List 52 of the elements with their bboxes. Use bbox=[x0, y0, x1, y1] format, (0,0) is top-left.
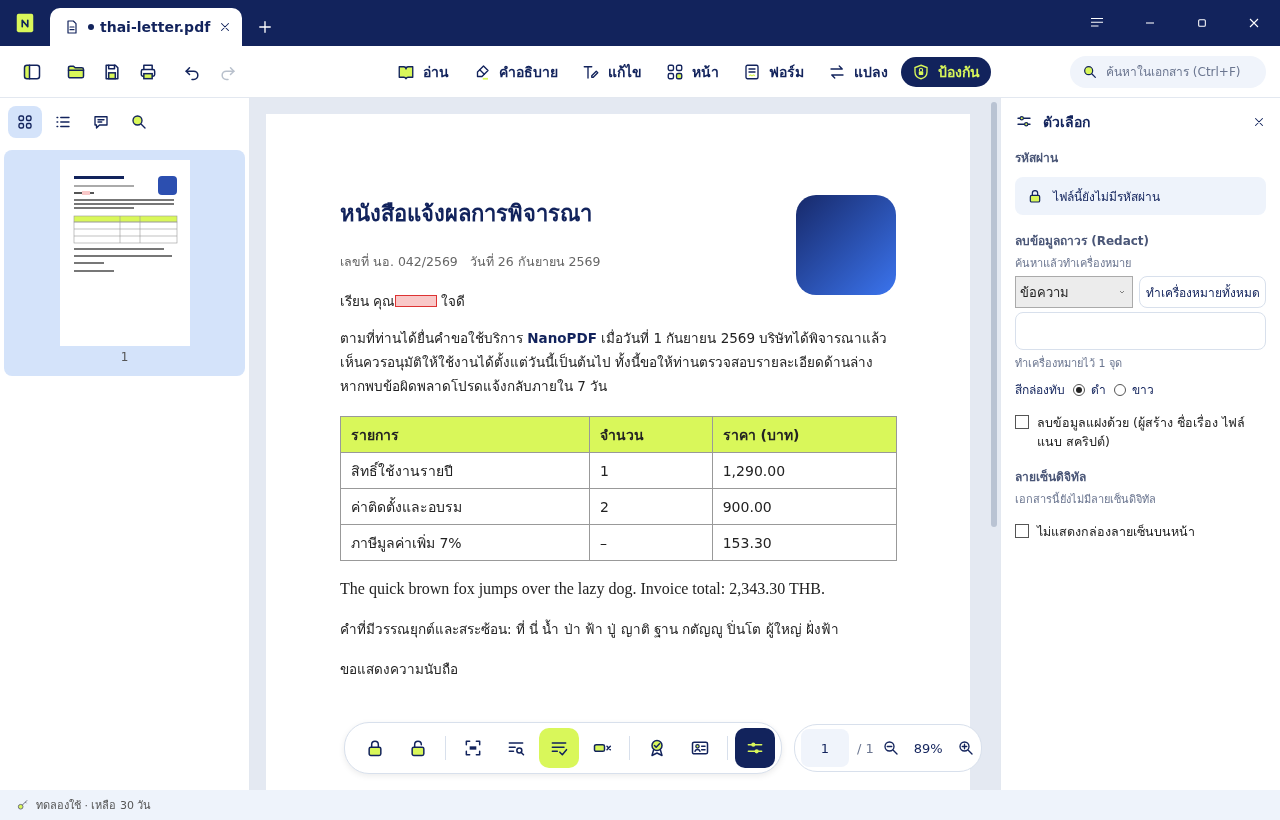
table-cell: 2 bbox=[589, 488, 713, 525]
document-paragraph: คำที่มีวรรณยุกต์และสระซ้อน: ที่ นี่ น้ำ ป่า ฟ้า ปู่ ญาติ ฐาน กตัญญู ปิ่นโต ผู้ใหญ่ ฝั่งฟ้า bbox=[340, 618, 841, 640]
checkbox-label: ไม่แสดงกล่องลายเซ็นบนหน้า bbox=[1037, 523, 1195, 541]
radio-label: ดำ bbox=[1091, 382, 1106, 399]
document-paragraph: ขอแสดงความนับถือ bbox=[340, 660, 459, 679]
mode-tab[interactable]: คำอธิบาย bbox=[462, 56, 569, 87]
table-header: รายการ bbox=[340, 416, 590, 453]
hint-text: เอกสารนี้ยังไม่มีลายเซ็นดิจิทัล bbox=[1015, 491, 1157, 508]
table-cell: – bbox=[589, 524, 713, 561]
table-cell: 1 bbox=[589, 452, 713, 489]
mode-dropdown[interactable]: ข้อความ bbox=[1015, 276, 1133, 308]
table-header: ราคา (บาท) bbox=[712, 416, 897, 453]
search-input[interactable]: ค้นหาในเอกสาร (Ctrl+F) bbox=[1106, 64, 1254, 79]
document-meta: เลขที่ นอ. 042/2569 วันที่ 26 กันยายน 2569 bbox=[340, 252, 602, 271]
table-cell: 900.00 bbox=[712, 488, 897, 525]
zoom-level: 89% bbox=[913, 740, 943, 756]
mode-tab[interactable]: ฟอร์ม bbox=[732, 56, 815, 87]
page-number: 1 bbox=[120, 350, 129, 364]
mode-tab[interactable]: หน้า bbox=[655, 56, 730, 87]
page-total: / 1 bbox=[857, 740, 874, 756]
table-header: จำนวน bbox=[589, 416, 713, 453]
section-label: ลบข้อมูลถาวร (Redact) bbox=[1015, 233, 1151, 250]
greeting-text: เรียน คุณ bbox=[340, 292, 396, 312]
info-text: ไฟล์นี้ยังไม่มีรหัสผ่าน bbox=[1053, 187, 1160, 206]
page-thumbnail-card[interactable]: 1 bbox=[4, 150, 245, 376]
table-cell: 1,290.00 bbox=[712, 452, 897, 489]
mode-tab[interactable]: แก้ไข bbox=[571, 56, 653, 87]
hint-text: ทำเครื่องหมายไว้ 1 จุด bbox=[1015, 354, 1123, 372]
search-field[interactable]: ค้นหาในเอกสาร (Ctrl+F) bbox=[1070, 55, 1266, 88]
hint-text: ค้นหาแล้วทำเครื่องหมาย bbox=[1015, 254, 1132, 272]
table-cell: 153.30 bbox=[712, 524, 897, 561]
greeting-name: ใจดี bbox=[441, 292, 466, 311]
panel-title: ตัวเลือก bbox=[1043, 113, 1091, 132]
table-cell: ค่าติดตั้งและอบรม bbox=[340, 488, 590, 525]
document-title: หนังสือแจ้งผลการพิจารณา bbox=[340, 200, 593, 228]
option-label: สีกล่องทับ bbox=[1015, 382, 1065, 399]
status-text: ทดลองใช้ · เหลือ 30 วัน bbox=[36, 798, 152, 814]
checkbox-label: ลบข้อมูลแฝงด้วย (ผู้สร้าง ชื่อเรื่อง ไฟล์แนบ สคริปต์) bbox=[1037, 413, 1246, 451]
body-paragraph: ตามที่ท่านได้ยื่นคำขอใช้บริการ NanoPDF เมื่อวันที่ 1 กันยายน 2569 บริษัทได้พิจารณาแล้ว เห็นควรอนุมัติให้ใช้งานได้ตั้งแต่วันนี้เป็นต้นไป ทั้งนี้ขอให้ท่านตรวจสอบรายละเอียดด้านล่าง หากพบข้อผิดพลาดโปรดแจ้งกลับภายใน 7 วัน bbox=[340, 328, 889, 396]
mode-tab[interactable]: ป้องกัน bbox=[901, 56, 991, 87]
radio-label: ขาว bbox=[1132, 382, 1154, 399]
document-paragraph: The quick brown fox jumps over the lazy dog. Invoice total: 2,343.30 THB. bbox=[340, 579, 826, 600]
mode-tab[interactable]: แปลง bbox=[817, 56, 899, 87]
tab-title: thai-letter.pdf bbox=[100, 19, 211, 35]
page-field[interactable]: 1 bbox=[801, 729, 849, 767]
document-tab[interactable]: thai-letter.pdf bbox=[50, 8, 243, 46]
table-cell: ภาษีมูลค่าเพิ่ม 7% bbox=[340, 524, 590, 561]
table-cell: สิทธิ์ใช้งานรายปี bbox=[340, 452, 590, 489]
section-label: ลายเซ็นดิจิทัล bbox=[1015, 468, 1087, 486]
mark-all-button[interactable]: ทำเครื่องหมายทั้งหมด bbox=[1139, 276, 1266, 308]
section-label: รหัสผ่าน bbox=[1015, 150, 1059, 167]
mode-tab[interactable]: อ่าน bbox=[386, 56, 460, 87]
